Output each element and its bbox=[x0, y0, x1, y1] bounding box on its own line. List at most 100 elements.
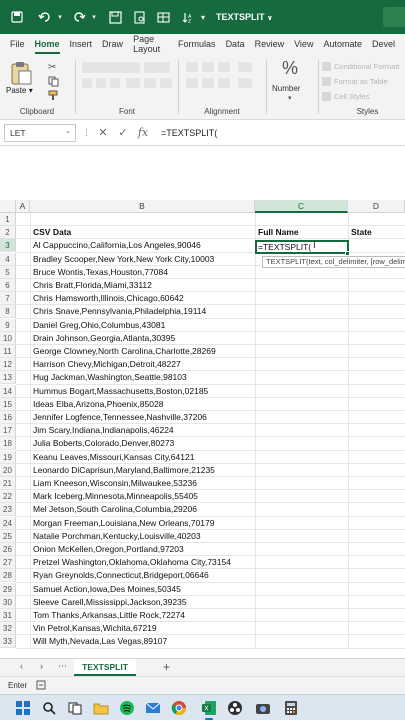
name-box[interactable]: LET ⌄ bbox=[4, 123, 76, 142]
row-header-23[interactable]: 23 bbox=[0, 503, 16, 517]
csv-data-cell[interactable]: Vin Petrol,Kansas,Wichita,67219 bbox=[31, 622, 157, 635]
number-format-button[interactable]: Number bbox=[272, 84, 300, 93]
calculator-icon[interactable] bbox=[282, 699, 300, 717]
search-icon[interactable] bbox=[40, 699, 58, 717]
column-header-a[interactable]: A bbox=[16, 200, 30, 213]
undo-dropdown-icon[interactable]: ▾ bbox=[56, 6, 64, 28]
formula-input[interactable]: =TEXTSPLIT( bbox=[161, 128, 217, 138]
csv-data-cell[interactable]: Bruce Wontis,Texas,Houston,77084 bbox=[31, 266, 168, 279]
tab-developer[interactable]: Devel bbox=[372, 36, 395, 52]
row-header-9[interactable]: 9 bbox=[0, 318, 16, 332]
csv-data-cell[interactable]: Onion McKellen,Oregon,Portland,97203 bbox=[31, 543, 184, 556]
row-header-25[interactable]: 25 bbox=[0, 529, 16, 543]
state-header[interactable]: State bbox=[349, 226, 372, 239]
csv-data-cell[interactable]: Sleeve Carell,Mississippi,Jackson,39235 bbox=[31, 596, 187, 609]
align-bottom-button[interactable] bbox=[218, 62, 230, 72]
obs-studio-icon[interactable] bbox=[226, 699, 244, 717]
row-header-4[interactable]: 4 bbox=[0, 252, 16, 266]
row-header-3[interactable]: 3 bbox=[0, 239, 16, 253]
csv-data-cell[interactable]: Will Myth,Nevada,Las Vegas,89107 bbox=[31, 635, 167, 648]
row-header-30[interactable]: 30 bbox=[0, 595, 16, 609]
redo-icon[interactable] bbox=[68, 6, 90, 28]
worksheet-grid[interactable]: A B C D 1 2 3 4 5 6 7 8 9 10 11 12 13 14 15 16 17 18 19 20 2… bbox=[0, 146, 405, 658]
font-name-box[interactable] bbox=[82, 62, 140, 73]
row-header-27[interactable]: 27 bbox=[0, 556, 16, 570]
csv-data-cell[interactable]: Hummus Bogart,Massachusetts,Boston,02185 bbox=[31, 385, 208, 398]
row-header-22[interactable]: 22 bbox=[0, 490, 16, 504]
align-middle-button[interactable] bbox=[202, 62, 214, 72]
row-header-16[interactable]: 16 bbox=[0, 411, 16, 424]
csv-data-cell[interactable]: Samuel Action,Iowa,Des Moines,50345 bbox=[31, 583, 181, 596]
row-header-15[interactable]: 15 bbox=[0, 397, 16, 411]
row-header-33[interactable]: 33 bbox=[0, 635, 16, 649]
font-color-button[interactable] bbox=[160, 78, 172, 88]
csv-data-cell[interactable]: Chris Bratt,Florida,Miami,33112 bbox=[31, 279, 152, 292]
csv-data-cell[interactable]: Mel Jetson,South Carolina,Columbia,29206 bbox=[31, 503, 197, 516]
italic-button[interactable] bbox=[96, 78, 106, 88]
undo-icon[interactable] bbox=[34, 6, 56, 28]
csv-data-cell[interactable]: Chris Hamsworth,Illinois,Chicago,60642 bbox=[31, 292, 184, 305]
align-right-button[interactable] bbox=[218, 78, 230, 88]
csv-data-cell[interactable]: Keanu Leaves,Missouri,Kansas City,64121 bbox=[31, 451, 194, 464]
sort-icon[interactable]: AZ bbox=[176, 6, 198, 28]
mail-icon[interactable] bbox=[144, 699, 162, 717]
row-header-7[interactable]: 7 bbox=[0, 292, 16, 306]
conditional-formatting-button[interactable]: Conditional Formatt bbox=[334, 62, 399, 71]
add-sheet-button[interactable]: + bbox=[163, 660, 170, 674]
sheet-tab-textsplit[interactable]: TEXTSPLIT bbox=[74, 659, 136, 676]
spotify-icon[interactable] bbox=[118, 699, 136, 717]
table-icon[interactable] bbox=[152, 6, 174, 28]
row-header-6[interactable]: 6 bbox=[0, 279, 16, 292]
chevron-down-icon[interactable]: ⌄ bbox=[65, 127, 71, 135]
next-sheet-icon[interactable]: › bbox=[40, 661, 43, 671]
row-header-18[interactable]: 18 bbox=[0, 437, 16, 451]
align-center-button[interactable] bbox=[202, 78, 214, 88]
tab-draw[interactable]: Draw bbox=[102, 36, 123, 52]
csv-data-cell[interactable]: Liam Kneeson,Wisconsin,Milwaukee,53236 bbox=[31, 477, 197, 490]
tab-data[interactable]: Data bbox=[226, 36, 245, 52]
csv-data-cell[interactable]: Drain Johnson,Georgia,Atlanta,30395 bbox=[31, 332, 175, 345]
windows-start-icon[interactable] bbox=[14, 699, 32, 717]
full-name-header[interactable]: Full Name bbox=[256, 226, 299, 239]
row-header-1[interactable]: 1 bbox=[0, 213, 16, 226]
cancel-icon[interactable]: ✕ bbox=[95, 126, 111, 139]
row-header-26[interactable]: 26 bbox=[0, 543, 16, 556]
row-header-13[interactable]: 13 bbox=[0, 371, 16, 385]
row-header-24[interactable]: 24 bbox=[0, 516, 16, 530]
fill-color-button[interactable] bbox=[144, 78, 156, 88]
csv-data-cell[interactable]: Natalie Porchman,Kentucky,Louisville,402… bbox=[31, 530, 201, 543]
customize-toolbar-icon[interactable]: ▾ bbox=[198, 6, 208, 28]
csv-data-cell[interactable]: Chris Snave,Pennsylvania,Philadelphia,19… bbox=[31, 305, 206, 318]
row-header-2[interactable]: 2 bbox=[0, 226, 16, 240]
row-header-28[interactable]: 28 bbox=[0, 569, 16, 583]
autosave-toggle-icon[interactable] bbox=[6, 6, 28, 28]
row-header-5[interactable]: 5 bbox=[0, 265, 16, 279]
csv-data-cell[interactable]: Pretzel Washington,Oklahoma,Oklahoma Cit… bbox=[31, 556, 231, 569]
row-header-17[interactable]: 17 bbox=[0, 424, 16, 438]
cut-icon[interactable]: ✂ bbox=[48, 62, 56, 73]
excel-icon[interactable]: X bbox=[200, 699, 218, 720]
active-cell-c3[interactable]: =TEXTSPLIT( bbox=[255, 240, 349, 254]
row-header-31[interactable]: 31 bbox=[0, 609, 16, 622]
column-header-c[interactable]: C bbox=[255, 200, 348, 213]
tab-review[interactable]: Review bbox=[255, 36, 285, 52]
csv-data-cell[interactable]: Harrison Chevy,Michigan,Detroit,48227 bbox=[31, 358, 181, 371]
csv-data-cell[interactable]: Daniel Greg,Ohio,Columbus,43081 bbox=[31, 319, 165, 332]
row-header-8[interactable]: 8 bbox=[0, 305, 16, 319]
tab-home[interactable]: Home bbox=[34, 36, 60, 54]
csv-data-cell[interactable]: George Clowney,North Carolina,Charlotte,… bbox=[31, 345, 216, 358]
format-painter-icon[interactable] bbox=[48, 90, 59, 103]
csv-data-cell[interactable]: Mark Iceberg,Minnesota,Minneapolis,55405 bbox=[31, 490, 198, 503]
paste-icon[interactable] bbox=[8, 60, 34, 86]
row-header-11[interactable]: 11 bbox=[0, 345, 16, 358]
format-as-table-button[interactable]: Format as Table bbox=[334, 77, 388, 86]
column-header-d[interactable]: D bbox=[348, 200, 405, 213]
copy-icon[interactable] bbox=[48, 76, 59, 89]
csv-data-cell[interactable]: Ryan Greynolds,Connecticut,Bridgeport,06… bbox=[31, 569, 209, 582]
more-sheets-icon[interactable]: ⋯ bbox=[58, 661, 67, 672]
csv-data-cell[interactable]: Jim Scary,Indiana,Indianapolis,46224 bbox=[31, 424, 174, 437]
cell-styles-icon[interactable] bbox=[322, 92, 331, 101]
task-view-icon[interactable] bbox=[66, 699, 84, 717]
chevron-down-icon[interactable]: ▾ bbox=[288, 94, 292, 102]
csv-data-cell[interactable]: Al Cappuccino,California,Los Angeles,900… bbox=[31, 239, 201, 252]
